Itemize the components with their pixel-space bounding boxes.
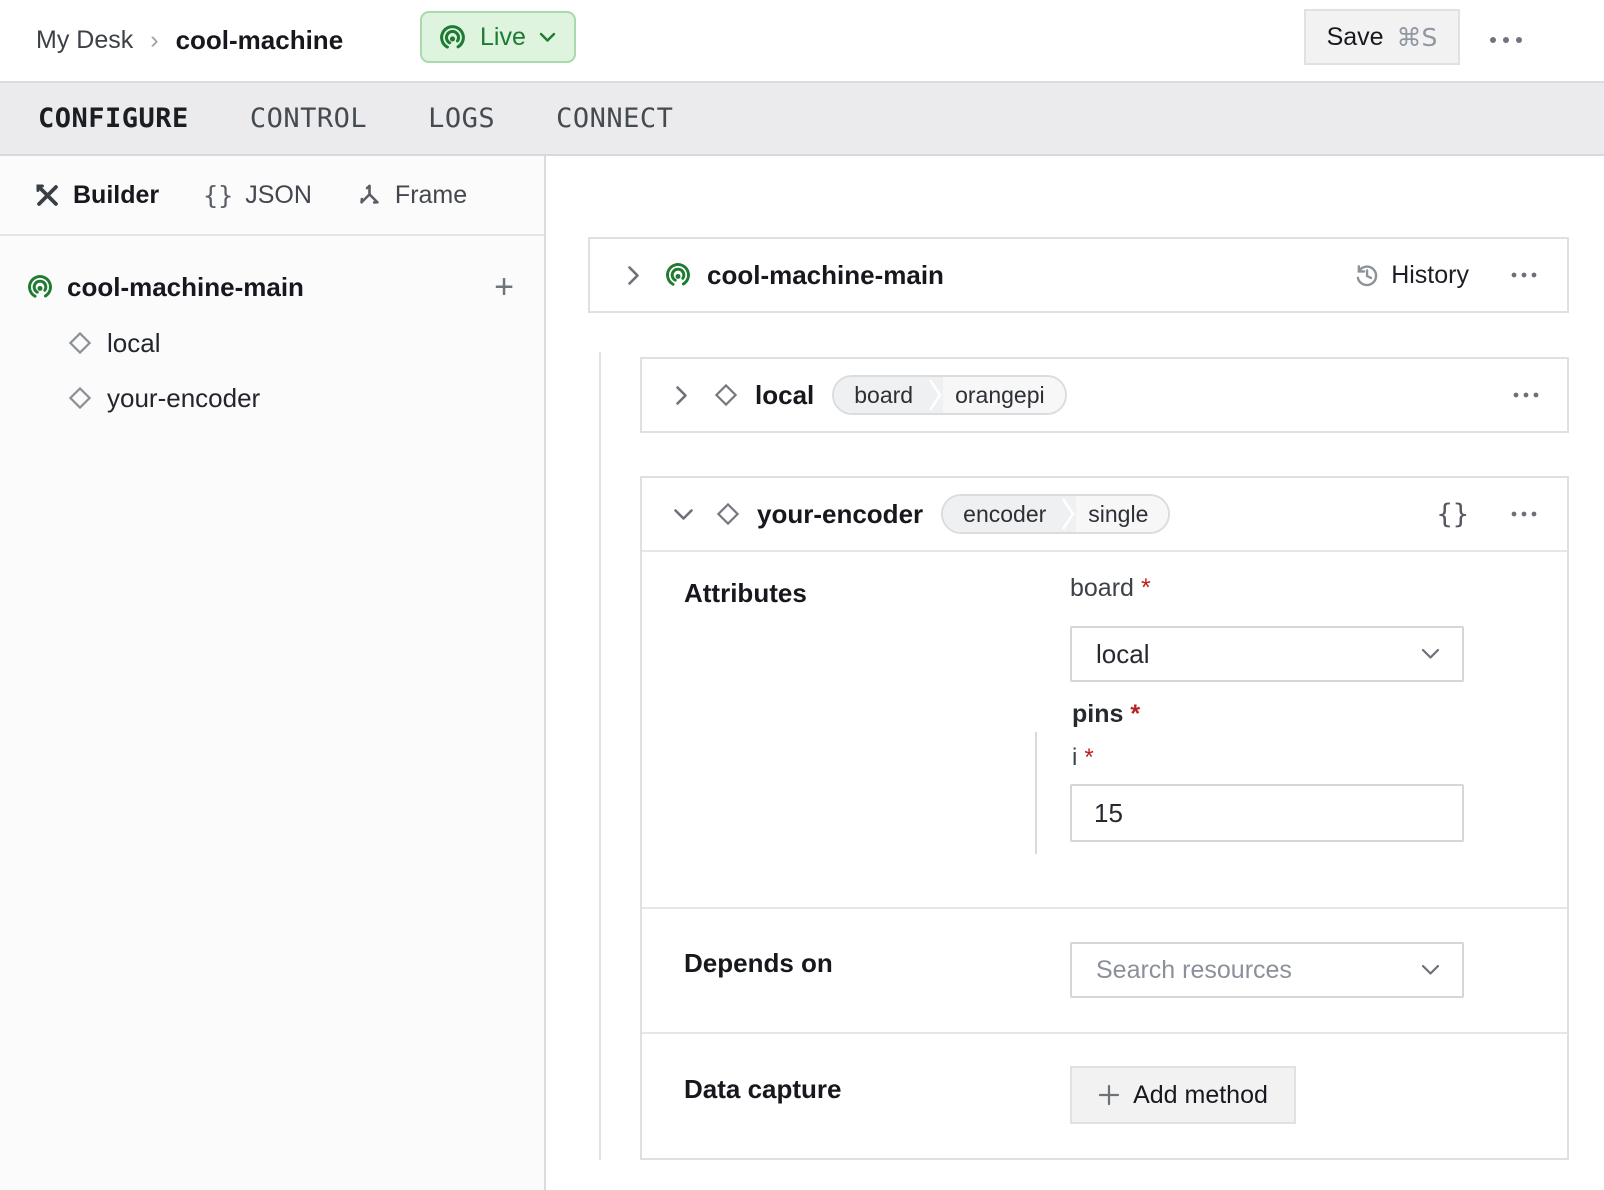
depends-on-placeholder: Search resources bbox=[1096, 956, 1292, 985]
attributes-heading: Attributes bbox=[684, 578, 807, 609]
required-asterisk: * bbox=[1130, 700, 1140, 728]
breadcrumb-separator: › bbox=[150, 26, 158, 55]
top-header: My Desk › cool-machine Live Save ⌘S bbox=[0, 0, 1604, 81]
header-overflow-menu-button[interactable] bbox=[1480, 22, 1532, 58]
viam-logo-icon bbox=[664, 261, 692, 289]
required-asterisk: * bbox=[1084, 744, 1093, 771]
save-button[interactable]: Save ⌘S bbox=[1304, 9, 1460, 65]
component-diamond-icon bbox=[66, 329, 94, 357]
section-divider bbox=[642, 907, 1567, 909]
chevron-down-icon bbox=[539, 32, 556, 43]
board-select[interactable]: local bbox=[1070, 626, 1464, 682]
chevron-down-icon bbox=[1421, 964, 1440, 976]
local-board-card-header: local board orangepi bbox=[642, 359, 1567, 431]
save-shortcut-hint: ⌘S bbox=[1397, 23, 1438, 52]
board-select-value: local bbox=[1096, 639, 1149, 670]
config-sidebar: Builder {} JSON Frame cool-machine-main bbox=[0, 156, 546, 1190]
save-button-label: Save bbox=[1327, 23, 1384, 52]
tools-icon bbox=[34, 182, 61, 209]
required-asterisk: * bbox=[1141, 574, 1151, 602]
chevron-right-icon[interactable] bbox=[670, 385, 692, 406]
history-clock-icon bbox=[1353, 262, 1380, 289]
board-field-label-text: board bbox=[1070, 574, 1134, 602]
tab-json[interactable]: {} JSON bbox=[203, 181, 312, 210]
pins-group-label-text: pins bbox=[1072, 700, 1123, 728]
component-diamond-icon bbox=[66, 384, 94, 412]
tree-item-your-encoder[interactable]: your-encoder bbox=[0, 377, 544, 419]
viam-logo-icon bbox=[26, 273, 54, 301]
breadcrumb-current: cool-machine bbox=[176, 25, 344, 56]
ellipsis-icon bbox=[1489, 36, 1523, 44]
tab-connect[interactable]: CONNECT bbox=[556, 103, 673, 134]
chevron-right-icon[interactable] bbox=[622, 265, 644, 286]
view-json-button[interactable]: {} bbox=[1436, 499, 1469, 530]
live-status-label: Live bbox=[480, 23, 526, 52]
badge-type: encoder bbox=[943, 496, 1060, 532]
breadcrumb-parent[interactable]: My Desk bbox=[36, 26, 133, 55]
badge-model: single bbox=[1076, 496, 1168, 532]
history-button[interactable]: History bbox=[1353, 261, 1469, 290]
tree-item-label: local bbox=[107, 328, 160, 359]
tree-item-label: cool-machine-main bbox=[67, 272, 304, 303]
i-field-label-text: i bbox=[1072, 744, 1077, 771]
machine-part-card: cool-machine-main History bbox=[588, 237, 1569, 313]
tree-item-label: your-encoder bbox=[107, 383, 260, 414]
i-field-label: i* bbox=[1072, 744, 1094, 772]
plus-icon bbox=[1098, 1084, 1120, 1106]
tab-frame-label: Frame bbox=[395, 181, 467, 210]
tab-builder[interactable]: Builder bbox=[34, 181, 159, 210]
encoder-title: your-encoder bbox=[757, 499, 923, 530]
pins-group-label: pins* bbox=[1072, 700, 1140, 729]
card-menu-button[interactable] bbox=[1511, 272, 1537, 278]
badge-divider bbox=[927, 377, 943, 413]
component-diamond-icon bbox=[714, 500, 742, 528]
frame-axes-icon bbox=[356, 182, 383, 209]
add-method-label: Add method bbox=[1133, 1081, 1268, 1110]
tab-json-label: JSON bbox=[245, 181, 312, 210]
card-connector-line bbox=[599, 352, 601, 1160]
add-method-button[interactable]: Add method bbox=[1070, 1066, 1296, 1124]
chevron-down-icon[interactable] bbox=[672, 508, 694, 521]
local-board-card: local board orangepi bbox=[640, 357, 1569, 433]
data-capture-heading: Data capture bbox=[684, 1074, 842, 1105]
live-status-button[interactable]: Live bbox=[420, 11, 576, 63]
machine-part-title: cool-machine-main bbox=[707, 260, 944, 291]
tab-control[interactable]: CONTROL bbox=[250, 103, 367, 134]
card-menu-button[interactable] bbox=[1513, 392, 1539, 398]
badge-type: board bbox=[834, 377, 927, 413]
tree-item-local[interactable]: local bbox=[0, 322, 544, 364]
encoder-card-header: your-encoder encoder single {} bbox=[642, 478, 1567, 552]
board-field-label: board* bbox=[1070, 574, 1151, 603]
breadcrumb: My Desk › cool-machine bbox=[36, 0, 343, 81]
tree-item-machine-part[interactable]: cool-machine-main + bbox=[0, 266, 544, 308]
depends-on-heading: Depends on bbox=[684, 948, 833, 979]
tab-configure[interactable]: CONFIGURE bbox=[38, 103, 189, 134]
badge-model: orangepi bbox=[943, 377, 1065, 413]
card-menu-button[interactable] bbox=[1511, 511, 1537, 517]
local-board-title: local bbox=[755, 380, 814, 411]
config-mode-tabs: Builder {} JSON Frame bbox=[0, 156, 544, 236]
braces-icon: {} bbox=[203, 181, 233, 210]
machine-part-card-header: cool-machine-main History bbox=[590, 239, 1567, 311]
badge-divider bbox=[1060, 496, 1076, 532]
page-tab-bar: CONFIGURE CONTROL LOGS CONNECT bbox=[0, 81, 1604, 156]
i-field-input[interactable] bbox=[1070, 784, 1464, 842]
encoder-card: your-encoder encoder single {} Attribute… bbox=[640, 476, 1569, 1160]
depends-on-select[interactable]: Search resources bbox=[1070, 942, 1464, 998]
component-diamond-icon bbox=[712, 381, 740, 409]
history-label: History bbox=[1391, 261, 1469, 290]
tab-logs[interactable]: LOGS bbox=[428, 103, 495, 134]
viam-logo-icon bbox=[438, 23, 467, 52]
resource-type-badge: encoder single bbox=[941, 494, 1170, 534]
chevron-down-icon bbox=[1421, 648, 1440, 660]
resource-type-badge: board orangepi bbox=[832, 375, 1066, 415]
section-divider bbox=[642, 1032, 1567, 1034]
add-component-button[interactable]: + bbox=[494, 270, 514, 304]
tab-frame[interactable]: Frame bbox=[356, 181, 467, 210]
pins-group-rule bbox=[1035, 732, 1037, 854]
tab-builder-label: Builder bbox=[73, 181, 159, 210]
